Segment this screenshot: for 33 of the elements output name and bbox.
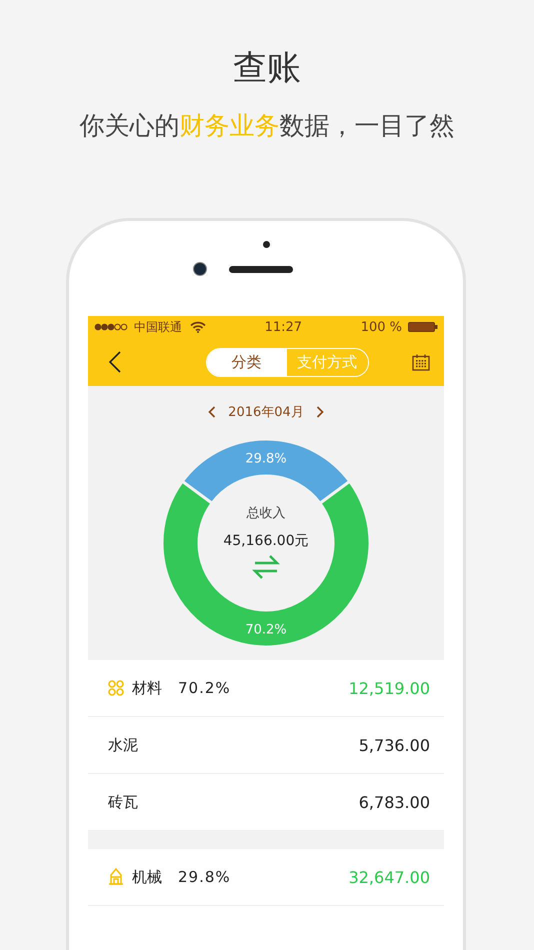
category-name: 材料 [132, 678, 162, 698]
battery-icon [408, 321, 438, 333]
battery-level: 100 % [360, 320, 402, 334]
month-label: 2016年04月 [228, 404, 304, 421]
slice-label: 70.2% [245, 622, 287, 638]
sensor-icon [262, 241, 270, 248]
category-percent: 70.2% [178, 679, 231, 697]
item-name: 水泥 [108, 736, 138, 754]
subtitle: 你关心的财务业务数据，一目了然 [80, 110, 454, 142]
category-amount: 12,519.00 [348, 678, 430, 698]
grid-icon [108, 680, 124, 696]
item-name: 砖瓦 [108, 792, 138, 812]
wifi-icon [190, 321, 206, 333]
category-percent: 29.8% [178, 868, 231, 886]
item-amount: 5,736.00 [358, 736, 430, 754]
status-time: 11:27 [264, 320, 302, 334]
prev-month-icon[interactable] [208, 406, 216, 418]
signal-icon [94, 323, 128, 331]
headline: 查账 [233, 47, 301, 90]
category-name: 机械 [132, 868, 162, 886]
back-icon[interactable] [108, 351, 122, 373]
calendar-icon[interactable] [412, 354, 430, 370]
carrier-name: 中国联通 [134, 318, 182, 336]
total-amount: 45,166.00元 [223, 533, 309, 549]
segment-tab[interactable]: 分类 [206, 348, 286, 376]
total-label: 总收入 [246, 506, 286, 521]
category-amount: 32,647.00 [348, 868, 430, 886]
camera-icon [193, 262, 207, 276]
next-month-icon[interactable] [316, 406, 324, 418]
slice-label: 29.8% [245, 452, 287, 466]
speaker-icon [229, 266, 293, 272]
item-amount: 6,783.00 [358, 792, 430, 812]
building-icon [108, 868, 124, 886]
